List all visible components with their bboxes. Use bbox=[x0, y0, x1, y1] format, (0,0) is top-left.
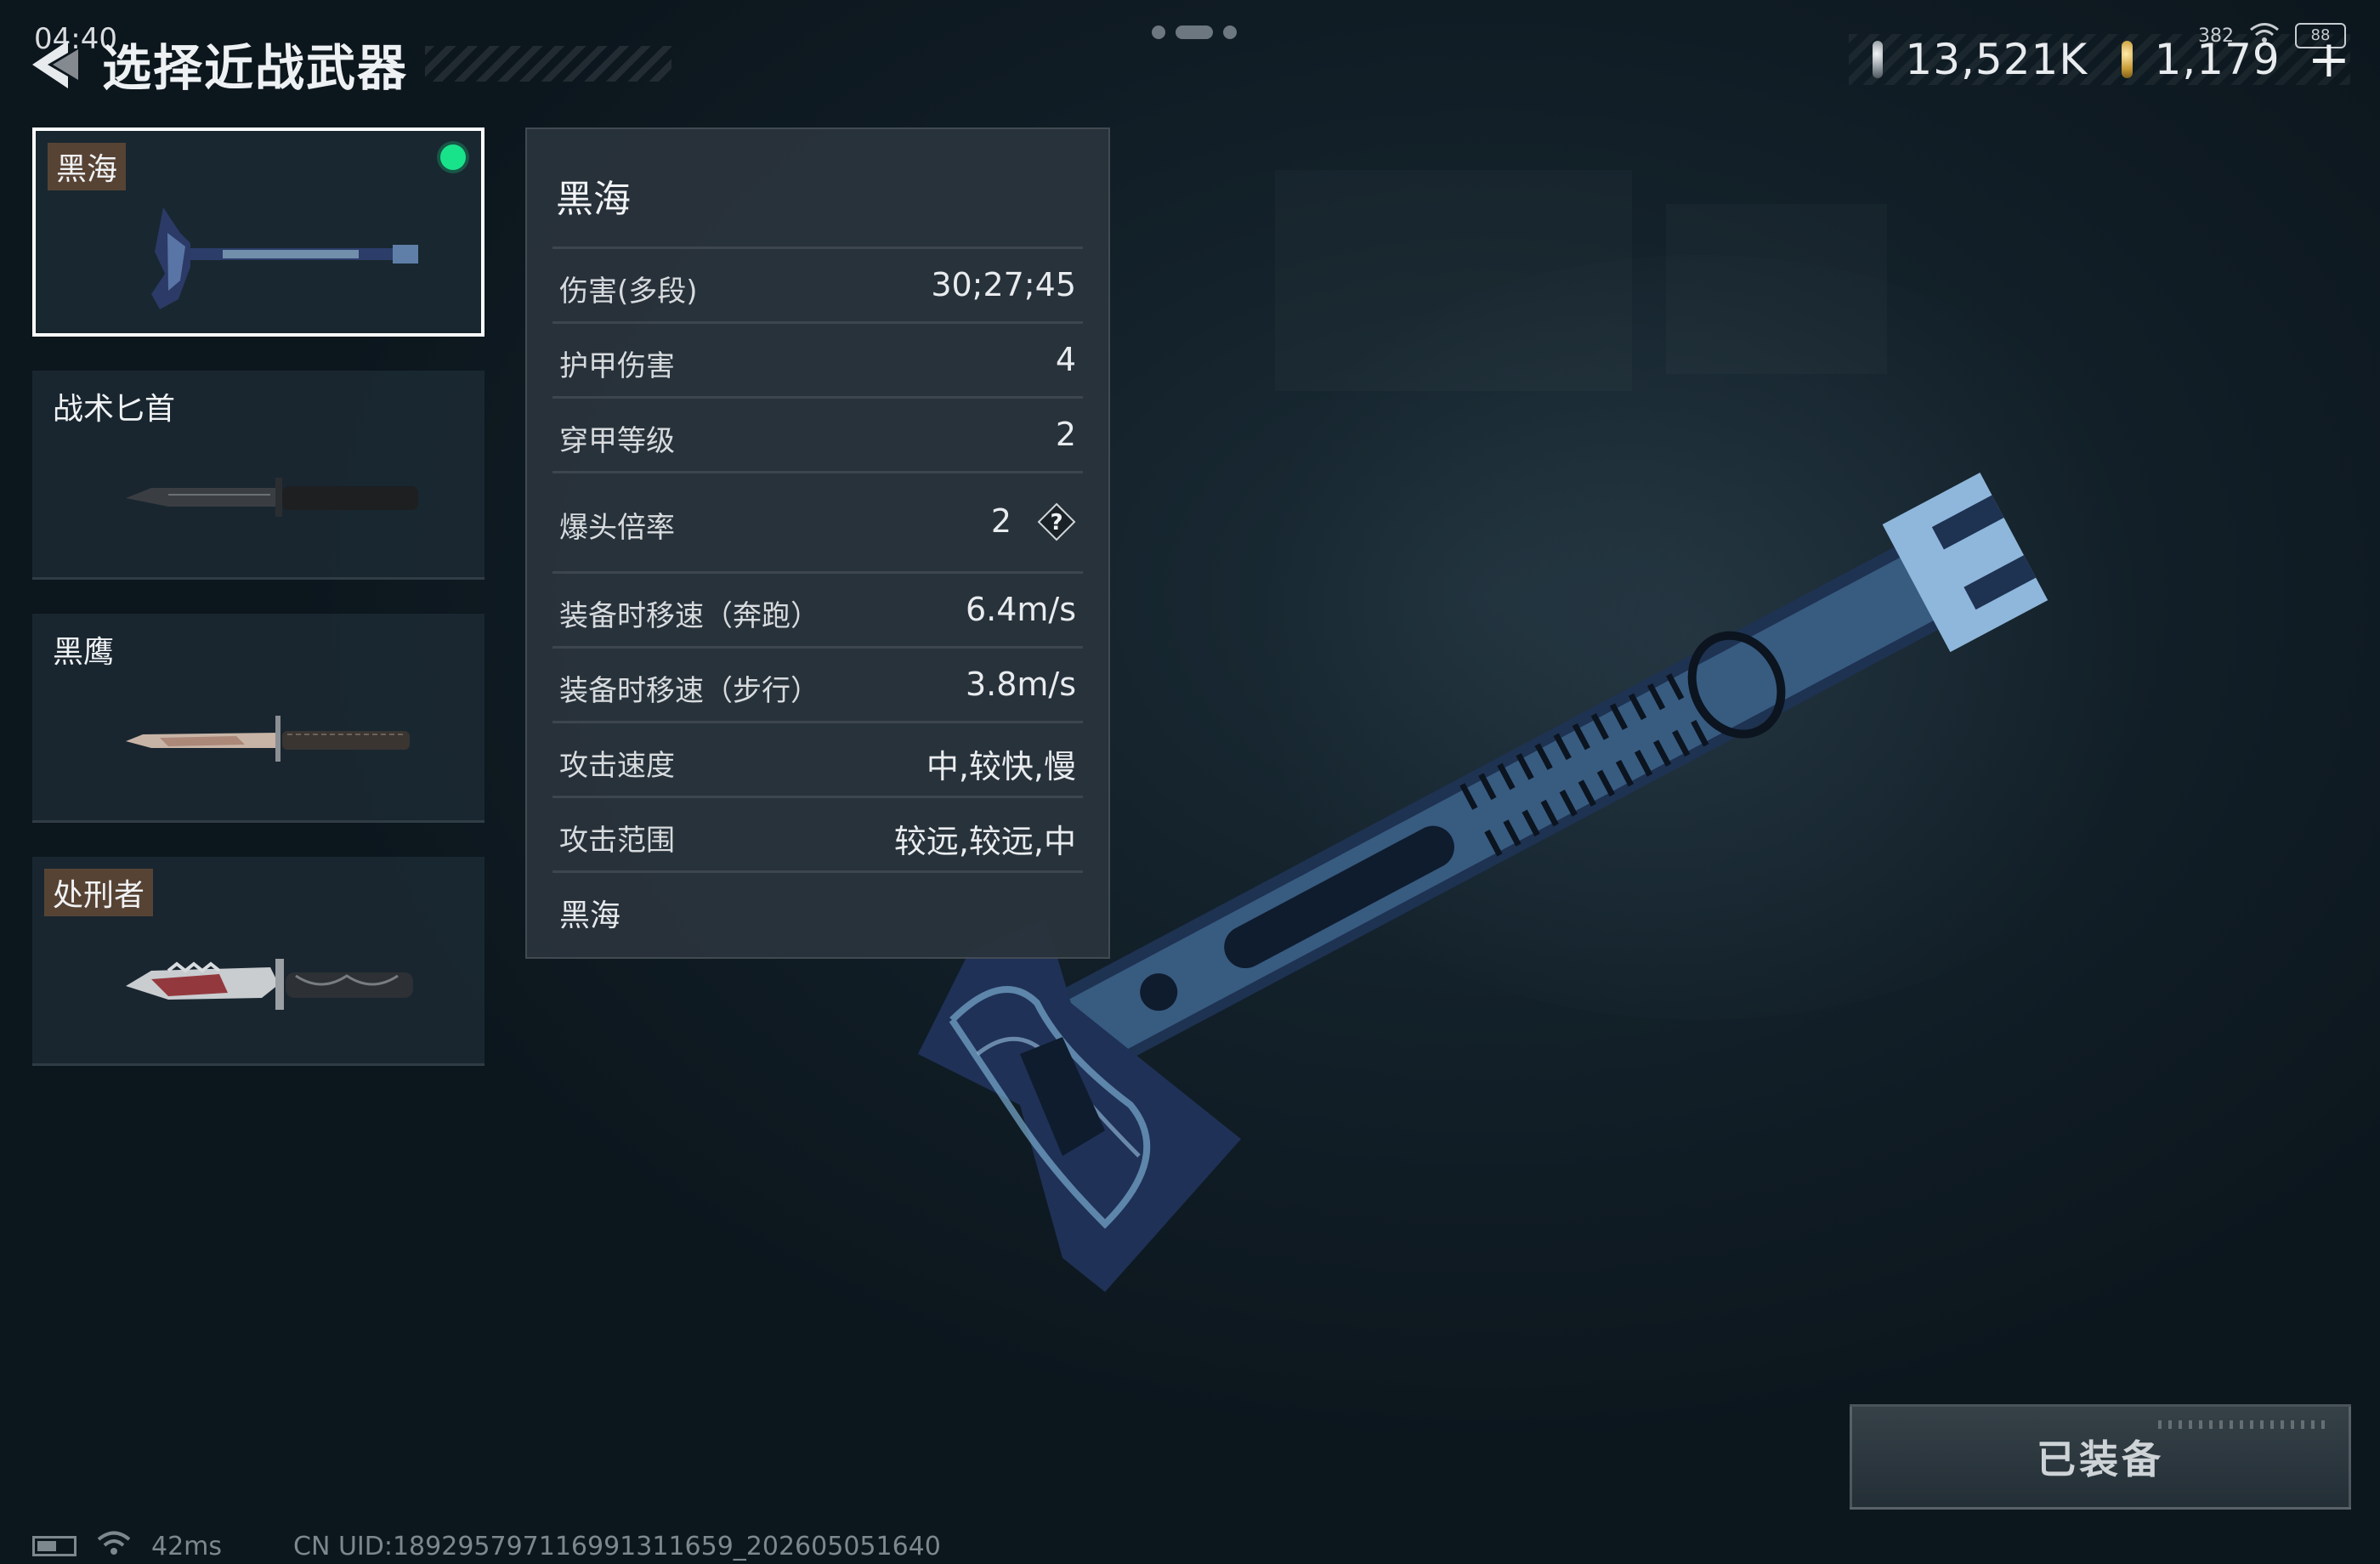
silver-coin-icon bbox=[1873, 41, 1884, 78]
title-decoration bbox=[425, 46, 672, 82]
equipped-button-label: 已装备 bbox=[2037, 1436, 2164, 1482]
back-arrow-icon bbox=[32, 41, 78, 88]
page-dot bbox=[1152, 26, 1165, 39]
stat-value: 6.4m/s bbox=[965, 591, 1076, 628]
stat-value: 3.8m/s bbox=[965, 666, 1076, 703]
stats-footer: 黑海 bbox=[559, 898, 621, 933]
bottom-info-bar: 42ms CN UID:18929579711699131165​9_20260… bbox=[32, 1530, 941, 1562]
weapon-card-label: 黑海 bbox=[48, 143, 127, 190]
weapon-card-heihai[interactable]: 黑海 bbox=[32, 128, 484, 337]
weapon-card-label: 处刑者 bbox=[44, 869, 154, 916]
stat-name: 护甲伤害 bbox=[559, 349, 675, 383]
help-icon[interactable]: ? bbox=[1037, 502, 1076, 541]
stat-value: 2 bbox=[990, 502, 1012, 540]
stat-row-walk-speed: 装备时移速（步行） 3.8m/s bbox=[552, 646, 1083, 721]
stat-name: 伤害(多段) bbox=[559, 275, 698, 309]
wifi-icon bbox=[97, 1530, 131, 1562]
stat-name: 爆头倍率 bbox=[559, 511, 675, 545]
battery-icon bbox=[32, 1536, 76, 1556]
stat-row-run-speed: 装备时移速（奔跑） 6.4m/s bbox=[552, 571, 1083, 646]
stat-row-attack-speed: 攻击速度 中,较快,慢 bbox=[552, 721, 1083, 796]
stat-name: 攻击范围 bbox=[559, 824, 675, 858]
equipped-indicator bbox=[440, 144, 466, 170]
weapon-card-label: 黑鹰 bbox=[53, 635, 115, 670]
stat-name: 装备时移速（奔跑） bbox=[559, 599, 819, 633]
stat-row-headshot: 爆头倍率 2 ? bbox=[552, 471, 1083, 571]
knife-icon bbox=[126, 478, 418, 517]
stat-row-penetration: 穿甲等级 2 bbox=[552, 396, 1083, 471]
back-button[interactable] bbox=[27, 36, 87, 92]
page-dot bbox=[1223, 26, 1237, 39]
stat-value: 较远,较远,中 bbox=[893, 823, 1076, 860]
weapon-card-label: 战术匕首 bbox=[53, 392, 176, 427]
add-currency-button[interactable]: + bbox=[2308, 34, 2350, 85]
knife-icon bbox=[126, 959, 413, 1010]
stats-title: 黑海 bbox=[556, 178, 631, 221]
weapon-stats-panel: 黑海 伤害(多段) 30;27;45 护甲伤害 4 穿甲等级 2 爆头倍率 2 … bbox=[525, 128, 1110, 959]
help-icon-glyph: ? bbox=[1050, 510, 1062, 536]
stat-name: 穿甲等级 bbox=[559, 424, 675, 458]
stat-row-attack-range: 攻击范围 较远,较远,中 bbox=[552, 796, 1083, 870]
stat-value: 中,较快,慢 bbox=[926, 748, 1076, 785]
stat-row-armor-damage: 护甲伤害 4 bbox=[552, 321, 1083, 396]
knife-icon bbox=[126, 716, 410, 762]
stat-name: 攻击速度 bbox=[559, 749, 675, 783]
axe-icon bbox=[151, 207, 418, 309]
page-dots bbox=[1152, 26, 1237, 39]
stats-divider bbox=[552, 870, 1083, 874]
ping-value: 42ms bbox=[151, 1531, 223, 1561]
stat-value: 2 bbox=[1055, 416, 1076, 453]
weapon-card-black-hawk[interactable]: 黑鹰 bbox=[32, 614, 484, 823]
button-decoration bbox=[2158, 1420, 2328, 1429]
stat-value: 4 bbox=[1055, 341, 1076, 378]
page-title: 选择近战武器 bbox=[102, 39, 409, 97]
weapon-card-tactical-dagger[interactable]: 战术匕首 bbox=[32, 371, 484, 580]
weapon-card-executioner[interactable]: 处刑者 bbox=[32, 857, 484, 1066]
equipped-button[interactable]: 已装备 bbox=[1850, 1404, 2351, 1510]
user-uid: CN UID:18929579711699131165​9_2026050516… bbox=[293, 1531, 941, 1561]
gold-currency-value: 1,179 bbox=[2154, 35, 2281, 84]
gold-coin-icon bbox=[2122, 41, 2133, 78]
header: 选择近战武器 bbox=[102, 26, 672, 102]
currency-bar: 13,521K 1,179 + bbox=[1849, 34, 2350, 85]
stat-row-damage: 伤害(多段) 30;27;45 bbox=[552, 246, 1083, 321]
stat-name: 装备时移速（步行） bbox=[559, 674, 819, 708]
page-dot-active bbox=[1176, 26, 1213, 39]
stat-value: 30;27;45 bbox=[931, 266, 1076, 303]
silver-currency-value: 13,521K bbox=[1905, 35, 2088, 84]
